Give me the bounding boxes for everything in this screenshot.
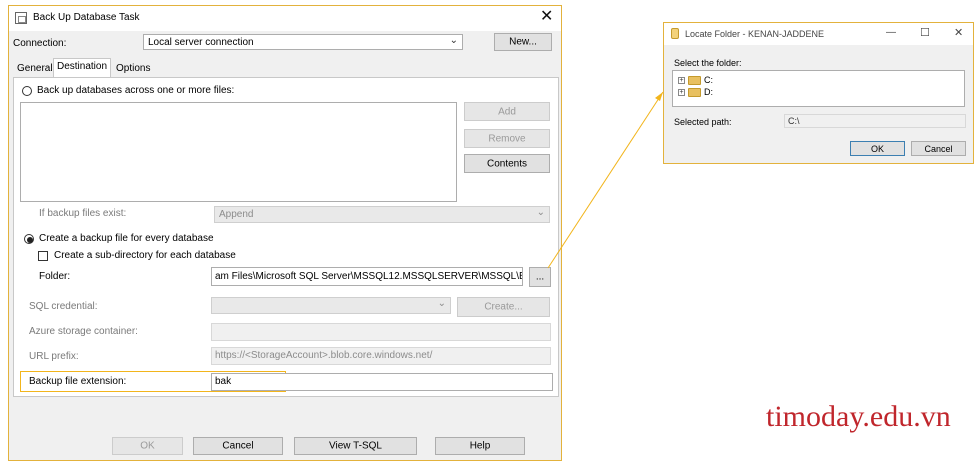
minimize-icon[interactable]: —: [886, 27, 896, 38]
folder-icon: [688, 88, 701, 97]
watermark: timoday.edu.vn: [766, 400, 951, 433]
tree-item-c[interactable]: + C:: [678, 75, 738, 86]
close-icon[interactable]: ✕: [954, 26, 963, 39]
locate-cancel-button[interactable]: Cancel: [911, 141, 966, 156]
selected-path-input[interactable]: C:\: [784, 114, 966, 128]
select-folder-label: Select the folder:: [674, 58, 742, 68]
tree-item-label: D:: [704, 87, 713, 97]
expand-icon[interactable]: +: [678, 89, 685, 96]
database-icon: [671, 28, 679, 39]
folder-icon: [688, 76, 701, 85]
maximize-icon[interactable]: ☐: [920, 26, 930, 39]
expand-icon[interactable]: +: [678, 77, 685, 84]
locate-ok-button[interactable]: OK: [850, 141, 905, 156]
locate-folder-dialog: Locate Folder - KENAN-JADDENE — ☐ ✕ Sele…: [663, 22, 974, 164]
locate-title: Locate Folder - KENAN-JADDENE: [685, 29, 825, 39]
folder-tree[interactable]: + C: + D:: [672, 70, 965, 107]
selected-path-label: Selected path:: [674, 117, 732, 127]
locate-title-bar[interactable]: Locate Folder - KENAN-JADDENE — ☐ ✕: [664, 23, 973, 45]
tree-item-label: C:: [704, 75, 713, 85]
tree-item-d[interactable]: + D:: [678, 87, 738, 98]
